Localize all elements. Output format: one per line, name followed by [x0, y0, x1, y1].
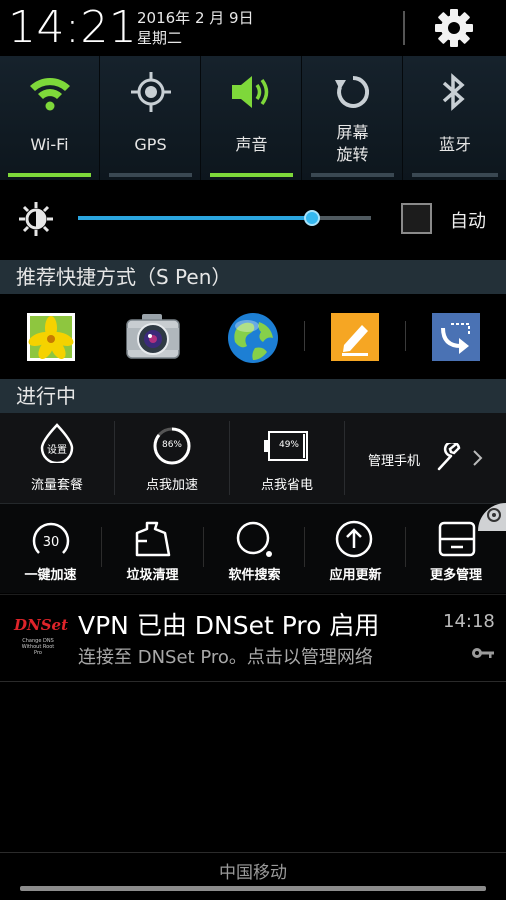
browser-icon: [228, 313, 278, 363]
boost-label: 点我加速: [145, 478, 198, 493]
wifi-icon: [30, 78, 70, 111]
app-search-label: 软件搜索: [228, 568, 281, 583]
battery-widget[interactable]: 49% 点我省电: [230, 413, 344, 503]
brightness-slider-fill: [78, 216, 312, 220]
sound-label: 声音: [235, 135, 268, 154]
toggle-sound[interactable]: 声音: [202, 56, 302, 180]
bluetooth-icon: [442, 73, 465, 111]
logo-text: DNSet: [14, 616, 69, 634]
clock: 14:21: [8, 2, 138, 53]
one-key-boost-button[interactable]: 30 一键加速: [0, 503, 101, 593]
camera-icon: [126, 314, 180, 359]
memo-shortcut[interactable]: [330, 312, 380, 362]
chevron-right-icon: [473, 450, 483, 466]
manage-phone-label: 管理手机: [368, 454, 421, 469]
shortcut-divider: [405, 321, 406, 351]
wrench-icon: [437, 443, 461, 471]
sound-icon: [232, 76, 269, 108]
trash-bag-icon: [135, 521, 171, 557]
dnset-logo: DNSet Change DNS Without Root Pro: [14, 610, 69, 662]
browser-shortcut[interactable]: [227, 312, 279, 363]
junk-clean-label: 垃圾清理: [126, 568, 179, 583]
toolbox-icon: [438, 521, 476, 557]
notification-text: 连接至 DNSet Pro。点击以管理网络: [78, 647, 373, 668]
carrier-divider: [0, 852, 506, 853]
scrapbook-shortcut[interactable]: [431, 312, 481, 362]
gallery-shortcut[interactable]: [26, 312, 76, 362]
gps-label: GPS: [134, 135, 167, 154]
upload-arrow-icon: [335, 520, 373, 558]
brightness-icon: [19, 202, 53, 236]
data-plan-widget[interactable]: 设置 流量套餐: [0, 413, 114, 503]
rotation-state-bar: [311, 173, 394, 177]
scrapbook-icon: [432, 313, 480, 361]
boost-count: 30: [42, 535, 60, 550]
drag-handle[interactable]: [20, 886, 486, 891]
toggle-gps[interactable]: GPS: [101, 56, 201, 180]
more-manage-label: 更多管理: [429, 568, 482, 583]
spen-section-header: 推荐快捷方式（S Pen）: [0, 260, 506, 294]
junk-clean-button[interactable]: 垃圾清理: [102, 503, 203, 593]
data-plan-badge: 设置: [47, 445, 67, 456]
sound-state-bar: [210, 173, 293, 177]
battery-percent: 49%: [278, 440, 299, 450]
toggle-wifi[interactable]: Wi-Fi: [0, 56, 100, 180]
key-icon: [472, 648, 494, 658]
toggle-rotation[interactable]: 屏幕 旋转: [303, 56, 403, 180]
auto-brightness-label: 自动: [450, 211, 486, 232]
rotate-icon: [335, 75, 370, 108]
battery-label: 点我省电: [260, 478, 313, 493]
gallery-icon: [27, 313, 75, 361]
memory-percent: 86%: [161, 440, 182, 450]
brightness-slider-thumb[interactable]: [304, 210, 320, 226]
notification-title: VPN 已由 DNSet Pro 启用: [78, 611, 380, 640]
status-divider: [403, 11, 405, 45]
boost-widget[interactable]: 86% 点我加速: [115, 413, 229, 503]
app-search-button[interactable]: 软件搜索: [204, 503, 305, 593]
data-plan-label: 流量套餐: [30, 478, 83, 493]
wifi-label: Wi-Fi: [30, 135, 69, 154]
gear-icon: [435, 9, 473, 47]
manage-phone-button[interactable]: 管理手机: [345, 413, 506, 503]
wifi-state-bar: [8, 173, 91, 177]
memo-icon: [331, 313, 379, 361]
search-icon: [236, 521, 272, 557]
more-manage-button[interactable]: 更多管理: [406, 503, 506, 593]
rotation-label-line2: 旋转: [336, 145, 369, 164]
camera-shortcut[interactable]: [126, 312, 180, 362]
bluetooth-label: 蓝牙: [438, 135, 471, 154]
weekday-text: 星期二: [137, 29, 183, 47]
shortcut-divider: [304, 321, 305, 351]
logo-subtext: Change DNS Without Root Pro: [21, 638, 55, 656]
ongoing-section-header: 进行中: [0, 379, 506, 413]
one-key-boost-label: 一键加速: [24, 568, 77, 583]
gps-state-bar: [109, 173, 192, 177]
gps-icon: [131, 72, 171, 112]
app-update-label: 应用更新: [329, 568, 382, 583]
auto-brightness-checkbox[interactable]: [401, 203, 432, 234]
bluetooth-state-bar: [412, 173, 498, 177]
rotation-label-line1: 屏幕: [336, 123, 369, 142]
app-update-button[interactable]: 应用更新: [305, 503, 406, 593]
carrier-label: 中国移动: [219, 863, 287, 883]
date-block: 2016年 2 月 9日 星期二: [137, 8, 254, 48]
toggle-bluetooth[interactable]: 蓝牙: [404, 56, 506, 180]
notification-time: 14:18: [443, 611, 495, 632]
date-text: 2016年 2 月 9日: [137, 9, 254, 27]
settings-button[interactable]: [432, 6, 476, 50]
